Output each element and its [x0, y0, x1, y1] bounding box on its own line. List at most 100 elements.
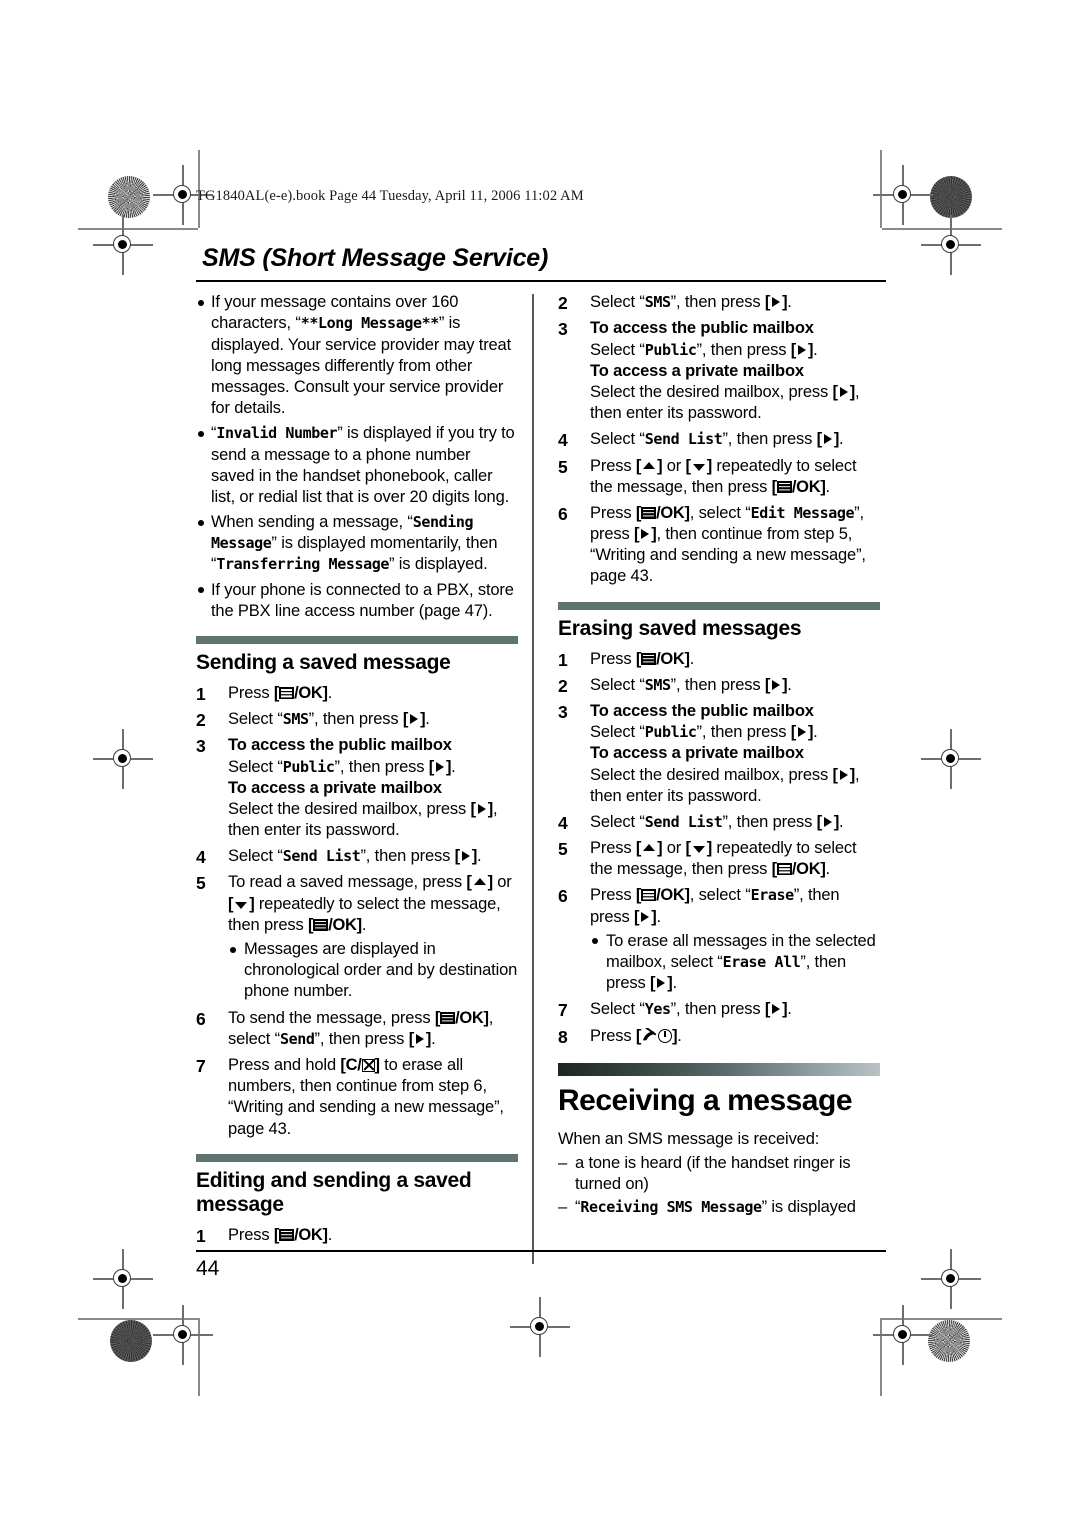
step-number: 8 [558, 1026, 568, 1047]
registration-mark-bottom-right-a [921, 1249, 981, 1309]
step-item: 6 Press [/OK], select “Edit Message”, pre… [558, 503, 866, 586]
step-item: 5 To read a saved message, press [] or []… [196, 872, 518, 1002]
key-bracket: [ [816, 430, 823, 449]
display-text: Invalid Number [216, 424, 338, 443]
display-text: Yes [644, 1000, 671, 1019]
key-bracket: ] [322, 683, 329, 702]
key-bracket: ] [706, 839, 713, 858]
step-number: 7 [196, 1055, 206, 1076]
step-item: 6 Press [/OK], select “Erase”, then press… [558, 885, 880, 994]
display-text: Erase [750, 886, 795, 905]
section-bar [558, 601, 880, 610]
key-bracket: [ [764, 293, 771, 312]
key-label: /OK [656, 649, 685, 668]
notes-list: If your message contains over 160 charac… [196, 292, 518, 622]
key-bracket: ] [807, 723, 814, 742]
section-intro: When an SMS message is received: [558, 1129, 820, 1148]
section-gradient-bar [558, 1062, 880, 1076]
menu-icon [279, 1228, 295, 1241]
display-text: Receiving SMS Message [580, 1198, 762, 1217]
right-arrow-icon [797, 727, 806, 738]
step-number: 6 [558, 886, 568, 907]
menu-icon [641, 652, 657, 665]
key-bracket: ] [425, 1029, 432, 1048]
mute-icon [361, 1058, 375, 1072]
step-item: 2 Select “SMS”, then press []. [196, 710, 430, 731]
step-number: 1 [558, 649, 568, 670]
key-bracket: [ [228, 894, 234, 913]
registration-mark-mid-left [93, 729, 153, 789]
display-text: Erase All [722, 953, 801, 971]
sub-heading: To access the public mailbox [228, 736, 452, 755]
sub-heading: To access a private mailbox [590, 361, 804, 380]
key-bracket: [ [832, 382, 839, 401]
key-bracket: [ [790, 340, 797, 359]
key-bracket: ] [322, 1225, 329, 1244]
display-text: **Long Message** [300, 314, 439, 333]
key-bracket: [ [402, 710, 409, 729]
right-arrow-icon [415, 1033, 424, 1044]
up-arrow-icon [643, 461, 656, 469]
step-item: 4 Select “Send List”, then press []. [558, 812, 844, 833]
key-bracket: ] [672, 1026, 678, 1045]
step-item: 1 Press [/OK]. [196, 1225, 333, 1246]
key-bracket: ] [684, 649, 691, 668]
key-bracket: [ [764, 675, 771, 694]
menu-icon [776, 480, 792, 493]
up-arrow-icon [473, 878, 486, 886]
title-rule [196, 280, 886, 283]
footer-rule [196, 1250, 886, 1252]
steps-list-editing-continued: 2 Select “SMS”, then press []. 3 To access … [558, 292, 880, 587]
section-bar [196, 636, 518, 644]
menu-icon [313, 918, 329, 931]
page-title: SMS (Short Message Service) [202, 244, 549, 272]
registration-mark-top-left-b [93, 215, 153, 275]
section-bar [196, 1153, 518, 1162]
trim-line-bottom-left [78, 1318, 198, 1320]
step-subbullets: Messages are displayed in chronological … [228, 939, 518, 1003]
key-bracket: ] [706, 456, 713, 475]
step-number: 6 [558, 503, 568, 524]
step-number: 5 [196, 873, 206, 894]
display-text: Edit Message [750, 503, 855, 522]
key-bracket: [ [470, 799, 477, 818]
step-number: 4 [558, 812, 568, 833]
print-rosette-bottom-right [928, 1320, 970, 1362]
key-bracket: ] [849, 765, 856, 784]
key-bracket: [ [650, 974, 656, 993]
right-arrow-icon [435, 761, 444, 772]
list-item: Messages are displayed in chronological … [228, 939, 518, 1003]
steps-list: 1 Press [/OK]. 2 Select “SMS”, then press [… [196, 683, 518, 1140]
list-item: When sending a message, “Sending Message… [196, 512, 518, 576]
right-arrow-icon [839, 386, 848, 397]
registration-mark-bottom-right-b [873, 1305, 933, 1365]
list-item: To erase all messages in the selected ma… [590, 931, 880, 995]
key-bracket: [ [635, 456, 642, 475]
right-column: 2 Select “SMS”, then press []. 3 To access … [558, 292, 880, 1220]
key-bracket: ] [356, 915, 363, 934]
display-text: Send [279, 1029, 315, 1048]
step-number: 2 [558, 675, 568, 696]
step-number: 2 [558, 293, 568, 314]
step-number: 4 [196, 847, 206, 868]
key-bracket: ] [849, 382, 856, 401]
step-item: 4 Select “Send List”, then press []. [558, 430, 844, 451]
display-text: SMS [644, 675, 671, 694]
key-label: /OK [791, 860, 821, 879]
key-label: /OK [791, 477, 821, 496]
key-bracket: ] [833, 812, 840, 831]
list-item: If your phone is connected to a PBX, sto… [196, 580, 518, 622]
page-content: SMS (Short Message Service) If your mess… [196, 244, 886, 1265]
step-number: 6 [196, 1008, 206, 1029]
key-bracket: ] [487, 873, 494, 892]
print-rosette-top-left [108, 176, 150, 218]
display-text: Public [644, 340, 697, 359]
list-item: “Invalid Number” is displayed if you try… [196, 423, 518, 508]
column-divider [532, 294, 534, 1265]
trim-line-top-left [78, 228, 198, 230]
step-number: 3 [558, 701, 568, 722]
step-number: 1 [196, 683, 206, 704]
key-bracket: [ [816, 812, 823, 831]
step-item: 3 To access the public mailbox Select “Pub… [558, 319, 860, 423]
key-label: C/ [345, 1055, 362, 1074]
